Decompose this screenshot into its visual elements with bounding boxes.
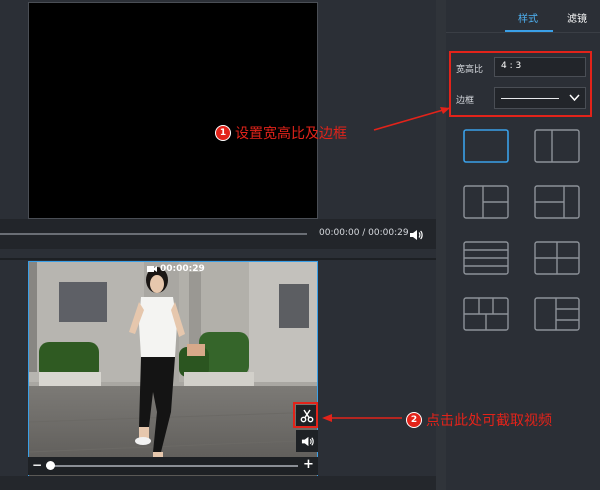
layout-big-plus-two-right[interactable] [463,185,509,219]
preview-canvas [28,2,318,219]
zoom-slider-track[interactable] [46,465,298,467]
tab-filter[interactable]: 滤镜 [567,10,587,25]
layout-side-three[interactable] [534,297,580,331]
tab-divider [446,32,600,33]
clip-volume-button[interactable] [296,430,318,452]
tab-style[interactable]: 样式 [518,10,538,25]
annotation-arrow-1 [373,107,451,131]
clip-editor: 00:00:29 [0,260,436,490]
zoom-out-button[interactable]: − [32,458,42,472]
annotation-2: 2 点击此处可截取视频 [406,410,552,430]
video-clip-frame[interactable]: 00:00:29 [28,261,318,477]
camera-icon [147,266,157,272]
annotation-badge-1: 1 [215,125,231,141]
playback-time: 00:00:00 / 00:00:29 [319,228,409,238]
layout-two-plus-one[interactable] [534,185,580,219]
playback-progress-track[interactable] [0,233,307,235]
layout-four-rows[interactable] [463,241,509,275]
layout-three-plus-two[interactable] [463,297,509,331]
clip-duration-label: 00:00:29 [147,264,205,274]
annotation-1: 1 设置宽高比及边框 [215,123,347,143]
clip-duration: 00:00:29 [160,264,205,274]
layout-single[interactable] [463,129,509,163]
volume-icon [301,436,314,446]
layout-two-columns[interactable] [534,129,580,163]
video-editor-window: 00:00:00 / 00:00:29 00:00:29 − + 样式 滤镜 宽… [0,0,600,490]
annotation-text-2: 点击此处可截取视频 [426,413,552,429]
timeline-zoom-bar: − + [28,457,318,475]
volume-icon[interactable] [409,227,423,241]
bottom-strip [0,476,436,490]
playback-bar: 00:00:00 / 00:00:29 [0,219,436,249]
settings-highlight [449,51,592,117]
zoom-in-button[interactable]: + [303,457,314,472]
video-frame-image [29,262,317,476]
layout-grid-four[interactable] [534,241,580,275]
cut-button-highlight [293,402,318,428]
annotation-text-1: 设置宽高比及边框 [235,126,347,142]
zoom-slider-thumb[interactable] [46,461,55,470]
annotation-arrow-2 [322,414,402,422]
